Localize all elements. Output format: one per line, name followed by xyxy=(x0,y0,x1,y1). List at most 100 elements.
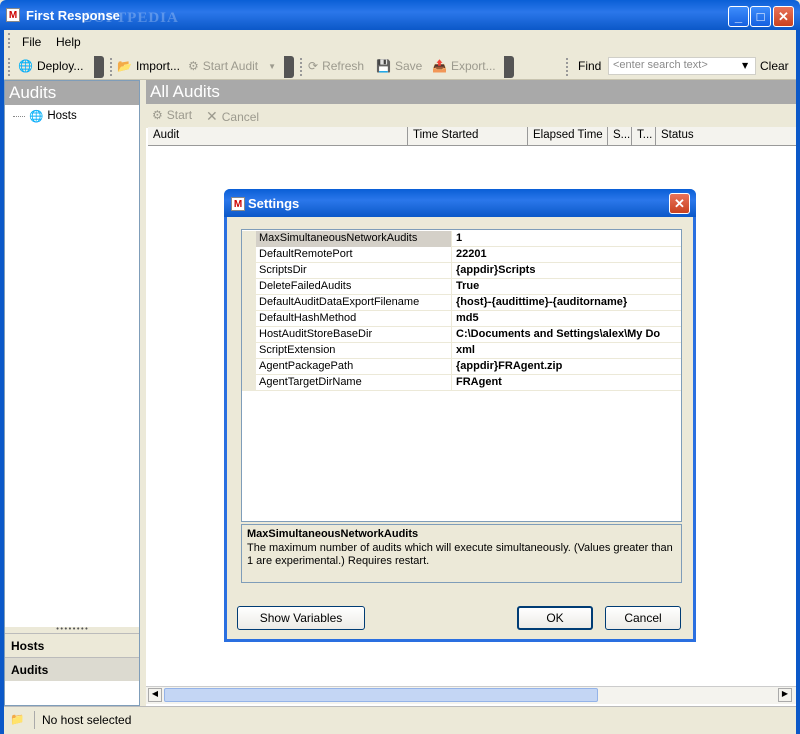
property-value[interactable]: md5 xyxy=(453,311,681,327)
toolbar-overflow-2[interactable] xyxy=(284,56,294,78)
description-text: The maximum number of audits which will … xyxy=(247,542,673,567)
find-label: Find xyxy=(578,59,602,73)
col-time-started[interactable]: Time Started xyxy=(408,127,528,146)
search-dropdown-icon[interactable]: ▼ xyxy=(742,61,748,70)
property-row[interactable]: AgentPackagePath {appdir}FRAgent.zip xyxy=(242,359,681,375)
property-value[interactable]: C:\Documents and Settings\alex\My Do xyxy=(453,327,681,343)
close-button[interactable]: ✕ xyxy=(773,6,794,27)
maximize-button[interactable]: □ xyxy=(750,6,771,27)
property-name: DefaultAuditDataExportFilename xyxy=(256,295,452,311)
left-panel: Audits 🌐 Hosts •••••••• Hosts Audits xyxy=(4,80,140,706)
tree-item-hosts[interactable]: 🌐 Hosts xyxy=(13,109,77,123)
toolbar-grip-3 xyxy=(300,58,303,76)
hosts-globe-icon: 🌐 xyxy=(29,111,44,123)
property-value[interactable]: True xyxy=(453,279,681,295)
col-t[interactable]: T... xyxy=(632,127,656,146)
description-title: MaxSimultaneousNetworkAudits xyxy=(247,528,419,540)
property-row[interactable]: DefaultRemotePort 22201 xyxy=(242,247,681,263)
chevron-down-icon: ▼ xyxy=(268,61,277,71)
col-elapsed-time[interactable]: Elapsed Time xyxy=(528,127,608,146)
property-value[interactable]: {appdir}Scripts xyxy=(453,263,681,279)
toolbar-grip-2 xyxy=(110,58,113,76)
status-bar: 📁 No host selected xyxy=(4,706,796,734)
start-audit-label: Start Audit xyxy=(202,59,259,73)
export-icon: 📤 xyxy=(432,59,447,73)
nav-audits-button[interactable]: Audits xyxy=(5,657,139,681)
scrollbar-thumb[interactable] xyxy=(164,688,598,702)
nav-hosts-button[interactable]: Hosts xyxy=(5,633,139,657)
watermark: SOFTPEDIA xyxy=(84,10,179,26)
property-row[interactable]: ScriptExtension xml xyxy=(242,343,681,359)
property-value[interactable]: FRAgent xyxy=(453,375,681,391)
start-audit-icon: ⚙ xyxy=(188,59,199,73)
export-button[interactable]: 📤 Export... xyxy=(432,59,496,73)
property-row[interactable]: MaxSimultaneousNetworkAudits 1 xyxy=(242,231,681,247)
property-row[interactable]: DeleteFailedAudits True xyxy=(242,279,681,295)
ok-button[interactable]: OK xyxy=(517,606,593,630)
property-name: HostAuditStoreBaseDir xyxy=(256,327,452,343)
cancel-audit-button[interactable]: ✕ Cancel xyxy=(206,108,259,125)
property-grid[interactable]: MaxSimultaneousNetworkAudits 1 DefaultRem… xyxy=(241,229,682,522)
property-value[interactable]: xml xyxy=(453,343,681,359)
tree-item-label: Hosts xyxy=(47,110,77,122)
settings-dialog: M Settings ✕ MaxSimultaneousNetworkAudit… xyxy=(224,189,696,642)
property-row[interactable]: AgentTargetDirName FRAgent xyxy=(242,375,681,391)
property-row[interactable]: HostAuditStoreBaseDir C:\Documents and Se… xyxy=(242,327,681,343)
start-audit-button[interactable]: ⚙ Start Audit ▼ xyxy=(188,59,276,73)
left-panel-title: Audits xyxy=(5,81,139,105)
col-audit[interactable]: Audit xyxy=(148,127,408,146)
refresh-button[interactable]: ⟳ Refresh xyxy=(308,59,364,73)
cancel-button[interactable]: Cancel xyxy=(605,606,681,630)
status-divider xyxy=(34,711,35,729)
save-button[interactable]: 💾 Save xyxy=(376,59,422,73)
folder-icon: 📂 xyxy=(117,59,132,73)
dialog-logo-icon: M xyxy=(231,197,245,211)
dialog-close-button[interactable]: ✕ xyxy=(669,193,690,214)
property-row[interactable]: DefaultHashMethod md5 xyxy=(242,311,681,327)
horizontal-scrollbar[interactable]: ◀ ▶ xyxy=(146,686,796,704)
refresh-icon: ⟳ xyxy=(308,59,319,73)
deploy-label: Deploy... xyxy=(36,59,84,73)
dialog-title: Settings xyxy=(248,196,300,211)
property-row[interactable]: DefaultAuditDataExportFilename {host}-{au… xyxy=(242,295,681,311)
property-value[interactable]: 22201 xyxy=(453,247,681,263)
refresh-label: Refresh xyxy=(322,59,365,73)
status-text: No host selected xyxy=(42,713,132,727)
tree-line xyxy=(13,115,25,117)
col-status[interactable]: Status xyxy=(656,127,796,146)
title-bar: M First Response SOFTPEDIA _ □ ✕ xyxy=(0,0,800,30)
app-logo-icon: M xyxy=(6,8,20,22)
menu-bar: File Help xyxy=(0,30,800,52)
disk-icon: 💾 xyxy=(376,59,391,73)
import-button[interactable]: 📂 Import... xyxy=(117,59,180,73)
property-value[interactable]: {host}-{audittime}-{auditorname} xyxy=(453,295,681,311)
start-label: Start xyxy=(166,108,193,122)
toolbar-grip-4 xyxy=(566,58,569,76)
close-x-icon: ✕ xyxy=(206,108,218,124)
toolbar-overflow-3[interactable] xyxy=(504,56,514,78)
menu-file[interactable]: File xyxy=(22,35,41,49)
search-input[interactable]: <enter search text> xyxy=(608,57,756,75)
host-status-icon: 📁 xyxy=(10,712,25,726)
show-variables-button[interactable]: Show Variables xyxy=(237,606,365,630)
col-s[interactable]: S... xyxy=(608,127,632,146)
menu-help[interactable]: Help xyxy=(56,35,81,49)
scroll-left-icon[interactable]: ◀ xyxy=(148,688,162,702)
scroll-right-icon[interactable]: ▶ xyxy=(778,688,792,702)
property-row[interactable]: ScriptsDir {appdir}Scripts xyxy=(242,263,681,279)
property-value[interactable]: {appdir}FRAgent.zip xyxy=(453,359,681,375)
export-label: Export... xyxy=(450,59,496,73)
dialog-title-bar: M Settings ✕ xyxy=(224,189,696,217)
property-value[interactable]: 1 xyxy=(453,231,681,247)
property-name: AgentPackagePath xyxy=(256,359,452,375)
minimize-button[interactable]: _ xyxy=(728,6,749,27)
clear-button[interactable]: Clear xyxy=(760,59,789,73)
globe-icon: 🌐 xyxy=(18,59,33,73)
deploy-button[interactable]: 🌐 Deploy... xyxy=(18,59,83,73)
window-frame-right xyxy=(796,30,800,734)
property-name: ScriptExtension xyxy=(256,343,452,359)
start-button[interactable]: ⚙ Start xyxy=(152,108,192,122)
import-label: Import... xyxy=(135,59,180,73)
toolbar-overflow-1[interactable] xyxy=(94,56,104,78)
property-name: DefaultHashMethod xyxy=(256,311,452,327)
